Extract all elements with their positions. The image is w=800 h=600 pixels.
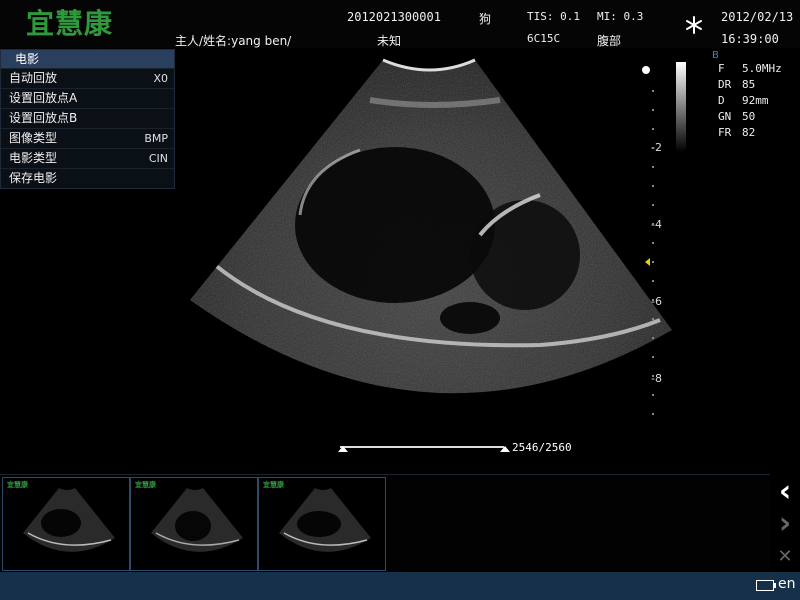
param-key: D	[718, 94, 725, 107]
focus-dot	[642, 66, 650, 74]
menu-item-save-cine[interactable]: 保存电影	[1, 168, 174, 188]
chevron-left-icon: ‹	[778, 474, 792, 509]
thumbnail-strip: 宜慧康 宜慧康 宜慧康	[0, 474, 770, 571]
depth-tick	[652, 261, 654, 263]
next-page-button[interactable]: ›	[772, 509, 798, 539]
frame-counter: 2546/2560	[512, 441, 572, 454]
menu-item-value: CIN	[148, 152, 168, 165]
menu-item-cine-type[interactable]: 电影类型 CIN	[1, 148, 174, 168]
param-row: D 92mm	[708, 93, 798, 109]
cine-progress-track[interactable]	[340, 446, 504, 448]
focus-marker	[645, 258, 650, 266]
menu-item-label: 自动回放	[9, 71, 58, 85]
menu-item-label: 设置回放点B	[9, 111, 78, 125]
param-row: F 5.0MHz	[708, 61, 798, 77]
species: 狗	[479, 12, 492, 26]
depth-tick	[652, 204, 654, 206]
mi-value: MI: 0.3	[597, 10, 644, 23]
menu-item-label: 电影类型	[9, 151, 58, 165]
menu-item-image-type[interactable]: 图像类型 BMP	[1, 128, 174, 148]
replay-point-a-marker[interactable]	[338, 446, 348, 452]
param-row: FR 82	[708, 125, 798, 141]
depth-tick	[652, 318, 654, 320]
thumbnail[interactable]: 宜慧康	[130, 477, 258, 571]
close-thumbnails-button[interactable]: ✕	[772, 542, 798, 570]
thumbnail-logo: 宜慧康	[135, 481, 156, 489]
probe-name: 6C15C	[527, 32, 561, 45]
time: 16:39:00	[721, 32, 779, 46]
status-bar: en	[0, 572, 800, 600]
param-key: DR	[718, 78, 732, 91]
cine-menu-title: 电影	[1, 50, 174, 68]
patient-id: 2012021300001	[347, 10, 441, 24]
depth-tick	[652, 166, 654, 168]
param-key: GN	[718, 110, 732, 123]
prev-page-button[interactable]: ‹	[772, 477, 798, 507]
depth-label: -8	[651, 372, 662, 385]
depth-tick	[652, 90, 654, 92]
depth-tick	[652, 223, 654, 225]
menu-item-label: 图像类型	[9, 131, 58, 145]
gray-scale-bar	[676, 62, 686, 152]
imaging-params: B F 5.0MHz DR 85 D 92mm GN 50 FR 82	[708, 50, 798, 141]
param-row: DR 85	[708, 77, 798, 93]
brand-logo: 宜慧康	[26, 7, 114, 40]
param-value: 50	[742, 110, 756, 123]
depth-tick	[652, 280, 654, 282]
thumbnail-logo: 宜慧康	[263, 481, 284, 489]
thumbnail[interactable]: 宜慧康	[258, 477, 386, 571]
param-key: FR	[718, 126, 732, 139]
param-key: F	[718, 62, 725, 75]
depth-tick	[652, 413, 654, 415]
language-indicator[interactable]: en	[778, 576, 796, 592]
menu-item-value: BMP	[144, 132, 168, 145]
menu-item-set-point-b[interactable]: 设置回放点B	[1, 108, 174, 128]
depth-tick	[652, 337, 654, 339]
depth-tick	[652, 242, 654, 244]
menu-item-set-point-a[interactable]: 设置回放点A	[1, 88, 174, 108]
param-value: 85	[742, 78, 756, 91]
thumbnail-logo: 宜慧康	[7, 481, 28, 489]
mode-label: B	[712, 50, 719, 61]
exam-type: 腹部	[597, 34, 622, 48]
depth-label: -6	[651, 295, 662, 308]
depth-tick	[652, 299, 654, 301]
menu-item-label: 保存电影	[9, 171, 58, 185]
cine-menu-panel: 电影 自动回放 X0 设置回放点A 设置回放点B 图像类型 BMP 电影类型 C…	[0, 49, 175, 189]
sector-scan	[190, 60, 672, 394]
param-row: GN 50	[708, 109, 798, 125]
thumbnail[interactable]: 宜慧康	[2, 477, 130, 571]
param-value: 82	[742, 126, 756, 139]
battery-icon	[756, 580, 776, 591]
depth-tick	[652, 394, 654, 396]
chevron-right-icon: ›	[778, 506, 792, 541]
owner-name: 主人/姓名:yang ben/	[175, 34, 292, 48]
menu-item-label: 设置回放点A	[9, 91, 78, 105]
header-bar: 宜慧康 2012021300001 主人/姓名:yang ben/ 狗 未知 T…	[0, 0, 800, 48]
replay-point-b-marker[interactable]	[500, 446, 510, 452]
depth-tick	[652, 109, 654, 111]
date: 2012/02/13	[721, 10, 794, 24]
depth-tick	[652, 356, 654, 358]
param-value: 92mm	[742, 94, 769, 107]
param-value: 5.0MHz	[742, 62, 782, 75]
menu-item-value: X0	[153, 72, 168, 85]
depth-tick	[652, 147, 654, 149]
depth-tick	[652, 128, 654, 130]
close-icon: ✕	[777, 546, 793, 567]
snowflake-icon	[684, 15, 704, 39]
depth-tick	[652, 185, 654, 187]
menu-item-auto-replay[interactable]: 自动回放 X0	[1, 68, 174, 88]
sex: 未知	[377, 34, 402, 48]
tis-value: TIS: 0.1	[527, 10, 580, 23]
depth-tick	[652, 375, 654, 377]
